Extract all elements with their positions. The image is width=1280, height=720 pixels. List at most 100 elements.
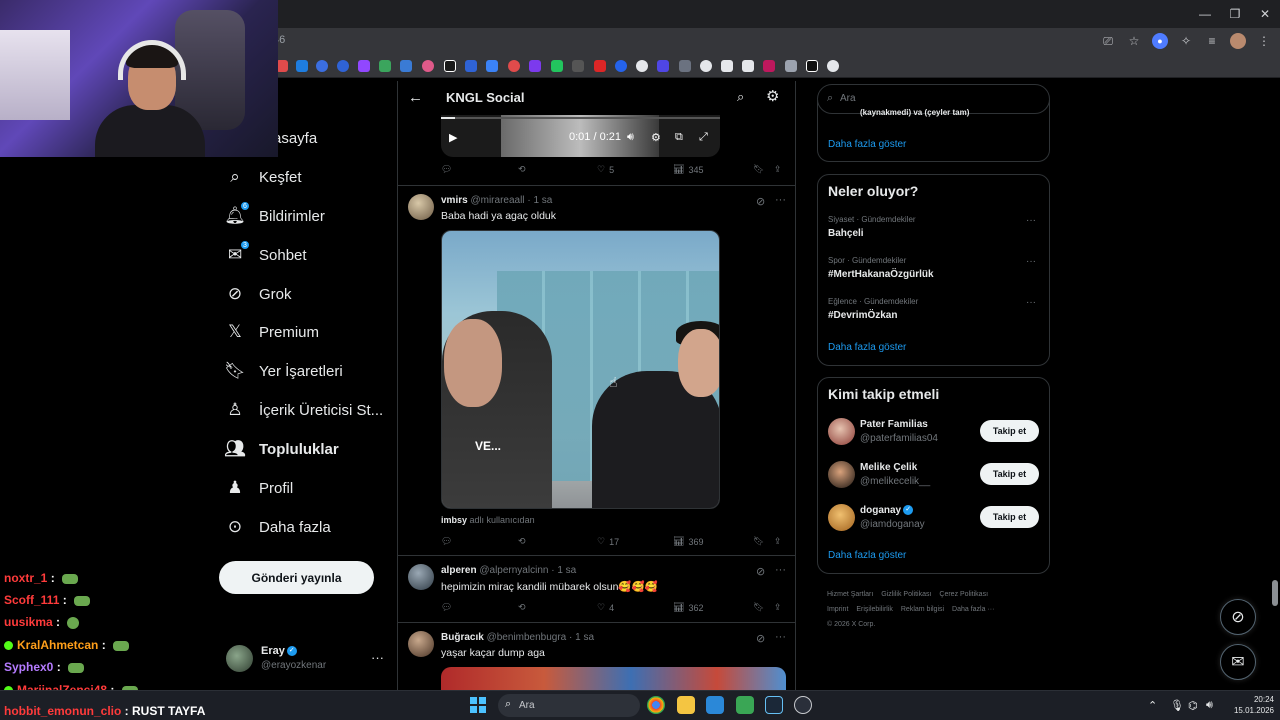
bookmark-icon[interactable] [763,60,775,72]
microphone-icon[interactable]: 🎙︎ [1170,699,1184,712]
nav-item-messages[interactable]: ✉ 3 Sohbet [225,240,307,270]
network-icon[interactable]: ⌬ [1188,699,1198,712]
bookmark-icon[interactable] [572,60,584,72]
trend-more-icon[interactable]: ··· [1026,215,1036,226]
extension-icon[interactable]: ● [1152,33,1168,49]
show-more-link[interactable]: Daha fazla göster [828,342,906,353]
post-button[interactable]: Gönderi yayınla [219,561,374,594]
bookmark-icon[interactable] [444,60,456,72]
close-icon[interactable]: ✕ [1248,0,1280,28]
file-explorer-icon[interactable] [677,696,695,714]
puzzle-icon[interactable]: ✧ [1178,33,1194,49]
bookmark-icon[interactable] [700,60,712,72]
footer-link[interactable]: Gizlilik Politikası [881,591,931,598]
bookmark-icon[interactable] [721,60,733,72]
trend-name[interactable]: #MertHakanaÖzgürlük [828,269,934,280]
messages-fab-icon[interactable]: ✉ [1220,644,1256,680]
repost-icon[interactable]: ⟲ [518,164,526,175]
bookmark-icon[interactable]: 🔖︎ [753,536,764,547]
grok-icon[interactable]: ⊘ [756,565,765,578]
settings-icon[interactable]: ⚙ [651,131,661,144]
bookmark-icon[interactable] [296,60,308,72]
nav-item-explore[interactable]: ⌕ Keşfet [225,162,301,192]
follow-suggestion-name[interactable]: Melike Çelik [860,462,917,473]
minimize-icon[interactable]: — [1188,0,1222,28]
video-progress[interactable] [441,117,455,119]
nav-item-grok[interactable]: ⊘ Grok [225,279,292,309]
menu-icon[interactable]: ⋮ [1256,33,1272,49]
pip-icon[interactable]: ⧉ [675,131,683,144]
nav-item-more[interactable]: ⊙ Daha fazla [225,512,331,542]
views-button[interactable]: 📊︎ 345 [673,164,703,175]
nav-item-creator-studio[interactable]: ♙ İçerik Üreticisi St... [225,395,383,425]
tweet-video[interactable]: VE... ☝ [441,230,720,509]
trend-more-icon[interactable]: ··· [1026,256,1036,267]
follow-button[interactable]: Takip et [980,463,1039,485]
taskbar-search[interactable]: ⌕ Ara [498,694,640,717]
bookmark-icon[interactable] [636,60,648,72]
like-button[interactable]: ♡ 5 [597,164,614,175]
nav-item-profile[interactable]: ♟ Profil [225,473,293,503]
back-arrow-icon[interactable]: ← [408,89,423,106]
maximize-icon[interactable]: ❐ [1218,0,1252,28]
nav-item-communities[interactable]: 👥︎ Topluluklar [224,434,339,464]
bookmark-icon[interactable] [742,60,754,72]
store-icon[interactable] [706,696,724,714]
fullscreen-icon[interactable]: ⤢ [699,131,708,144]
follow-button[interactable]: Takip et [980,506,1039,528]
bookmark-icon[interactable] [358,60,370,72]
bookmark-icon[interactable] [615,60,627,72]
tweet[interactable]: Buğracık @benimbenbugra · 1 sa ⊘ ··· yaş… [398,623,795,690]
reply-icon[interactable]: 💬︎ [441,164,452,175]
account-more-icon[interactable]: ··· [371,650,384,665]
bookmark-icon[interactable] [422,60,434,72]
tweet-image[interactable] [441,667,786,690]
star-icon[interactable]: ☆ [1126,33,1142,49]
url-text[interactable]: /46 [270,34,1090,50]
gear-icon[interactable]: ⚙ [766,87,779,105]
grok-icon[interactable]: ⊘ [756,195,765,208]
credit-user[interactable]: imbsy [441,515,467,525]
more-icon[interactable]: ··· [775,194,786,206]
app-icon[interactable] [794,696,812,714]
chrome-icon[interactable] [647,696,665,714]
follow-suggestion-name[interactable]: Pater Familias [860,419,928,430]
scrollbar-thumb[interactable] [1272,580,1278,606]
footer-link[interactable]: Reklam bilgisi [901,606,944,613]
like-button[interactable]: ♡ 4 [597,602,614,613]
share-icon[interactable]: ⇪ [774,602,782,613]
bookmark-icon[interactable] [529,60,541,72]
reply-icon[interactable]: 💬︎ [441,602,452,613]
views-button[interactable]: 📊︎ 362 [673,602,703,613]
reply-icon[interactable]: 💬︎ [441,536,452,547]
volume-icon[interactable]: 🔊︎ [627,131,634,144]
bookmark-icon[interactable]: 🔖︎ [753,602,764,613]
bookmark-icon[interactable] [379,60,391,72]
reading-list-icon[interactable]: ≡ [1204,33,1220,49]
steam-icon[interactable] [765,696,783,714]
footer-link[interactable]: Çerez Politikası [939,591,988,598]
play-icon[interactable]: ▶ [449,131,457,144]
tweet[interactable]: vmirs @mirareaall · 1 sa ⊘ ··· Baba hadi… [398,186,795,556]
follow-suggestion-name-row[interactable]: doganay ✓ [860,505,914,516]
install-app-icon[interactable]: ⎚ [1100,33,1116,49]
bookmark-icon[interactable] [594,60,606,72]
views-button[interactable]: 📊︎ 369 [673,536,703,547]
bookmark-icon[interactable] [827,60,839,72]
like-button[interactable]: ♡ 17 [597,536,619,547]
volume-icon[interactable]: 🔊︎ [1206,699,1213,712]
nav-item-bookmarks[interactable]: 🔖︎ Yer İşaretleri [224,356,342,386]
trend-name[interactable]: Bahçeli [828,228,864,239]
share-icon[interactable]: ⇪ [774,536,782,547]
app-icon[interactable] [736,696,754,714]
video-player[interactable]: ▶ 0:01 / 0:21 🔊︎ ⚙ ⧉ ⤢ [441,115,720,157]
more-icon[interactable]: ··· [775,564,786,576]
bookmark-icon[interactable] [508,60,520,72]
chevron-up-icon[interactable]: ⌃ [1148,699,1157,712]
profile-avatar-icon[interactable] [1230,33,1246,49]
bookmark-icon[interactable] [337,60,349,72]
grok-icon[interactable]: ⊘ [756,632,765,645]
repost-icon[interactable]: ⟲ [518,536,526,547]
account-switcher[interactable]: Eray ✓ @erayozkenar ··· [226,644,386,674]
footer-link[interactable]: Daha fazla ··· [952,606,994,613]
